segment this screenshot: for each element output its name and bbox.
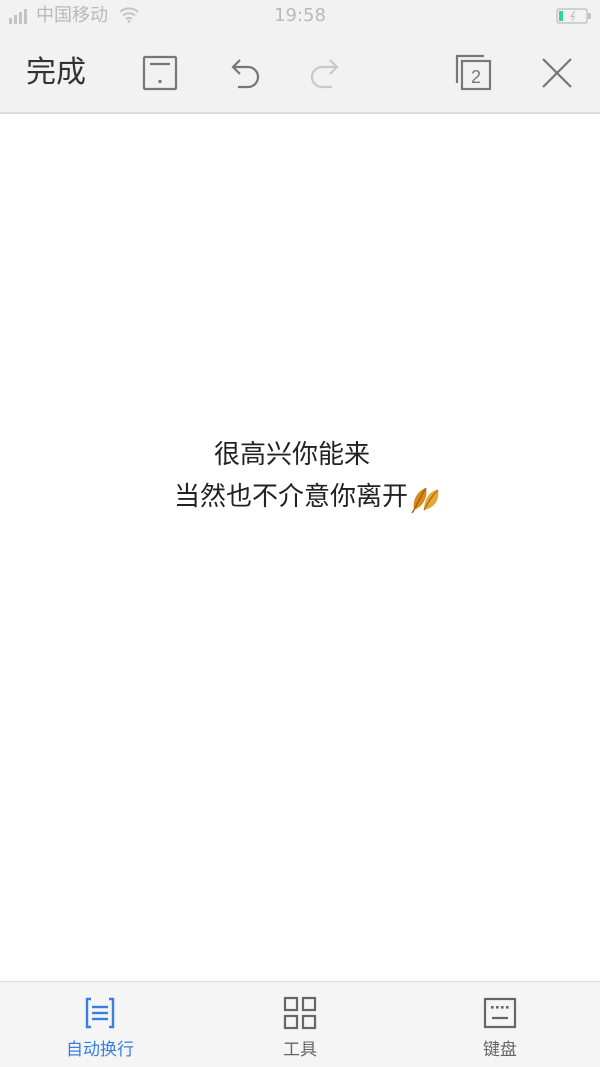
close-button[interactable] — [538, 54, 576, 92]
tools-button[interactable]: 工具 — [200, 982, 400, 1067]
grid-icon — [283, 996, 317, 1030]
save-button[interactable] — [141, 54, 179, 92]
page-switch-button[interactable]: 2 — [454, 53, 494, 93]
tools-label: 工具 — [283, 1040, 317, 1060]
editor-screen: 中国移动 19:58 完成 2 很高兴你能来 当然也不介意你离开 自动换行 工具… — [0, 0, 600, 1067]
battery-icon — [556, 8, 591, 24]
save-icon — [142, 55, 178, 91]
editor-toolbar: 完成 2 — [0, 32, 600, 114]
fallen-leaf-icon — [411, 487, 439, 513]
text-line-2: 当然也不介意你离开 — [174, 482, 409, 512]
status-time: 19:58 — [274, 5, 326, 26]
status-bar: 中国移动 19:58 — [0, 0, 600, 32]
auto-wrap-label: 自动换行 — [66, 1040, 134, 1060]
undo-button[interactable] — [224, 54, 264, 92]
text-editor-area[interactable]: 很高兴你能来 当然也不介意你离开 — [0, 114, 600, 981]
keyboard-label: 键盘 — [483, 1040, 517, 1060]
redo-button[interactable] — [306, 54, 346, 92]
auto-wrap-button[interactable]: 自动换行 — [0, 982, 200, 1067]
redo-icon — [310, 59, 339, 89]
text-line-1: 很高兴你能来 — [214, 440, 371, 470]
undo-icon — [231, 59, 260, 89]
text-line-2-wrap: 当然也不介意你离开 — [174, 480, 442, 514]
done-button[interactable]: 完成 — [26, 54, 86, 92]
bottom-toolbar: 自动换行 工具 键盘 — [0, 981, 600, 1067]
page-count: 2 — [471, 67, 481, 87]
keyboard-icon — [483, 997, 517, 1029]
page-count-icon: 2 — [455, 54, 492, 91]
close-icon — [542, 58, 572, 88]
auto-wrap-icon — [85, 997, 115, 1029]
keyboard-button[interactable]: 键盘 — [400, 982, 600, 1067]
